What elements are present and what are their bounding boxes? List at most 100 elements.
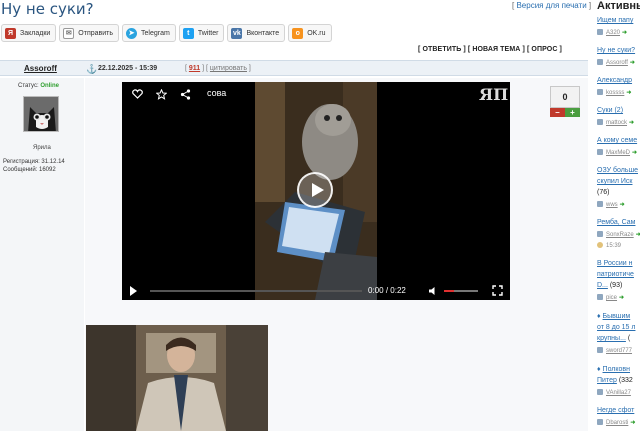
active-topic[interactable]: ♦ Бывшим [597, 312, 640, 322]
active-topic[interactable]: Суки (2) [597, 106, 640, 116]
user-icon [597, 59, 603, 65]
share-send-button[interactable]: ✉ Отправить [59, 24, 120, 42]
active-topic[interactable]: Александр [597, 76, 640, 86]
active-topic[interactable]: ♦ Полковн [597, 365, 640, 375]
topic-author[interactable]: wws ➜ [597, 201, 640, 208]
mail-icon: ✉ [63, 27, 75, 39]
arrow-icon: ➜ [626, 90, 632, 96]
user-icon [597, 119, 603, 125]
topic-author[interactable]: pice ➜ [597, 294, 640, 301]
arrow-icon: ➜ [635, 232, 640, 238]
topic-author[interactable]: SonxRaze ➜ [597, 231, 640, 238]
active-topic[interactable]: ОЗУ больше [597, 166, 640, 176]
active-topic-line[interactable]: скупил Иск [597, 177, 640, 187]
user-icon [597, 201, 603, 207]
topic-author[interactable]: VAnilla27 [597, 389, 640, 396]
twitter-icon: t [182, 27, 194, 39]
video-controls: 0:00 / 0:22 [122, 282, 510, 300]
share-twitter-button[interactable]: t Twitter [178, 24, 225, 42]
video-top-bar: сова ЯП [122, 82, 510, 106]
active-topics-title: Активные [597, 0, 640, 12]
topic-author[interactable]: kossss ➜ [597, 89, 640, 96]
active-topic[interactable]: В России н [597, 259, 640, 269]
author-link[interactable]: Assoroff [24, 64, 57, 73]
like-icon[interactable] [130, 87, 144, 101]
post-anchor-icon[interactable]: ⚓ [86, 64, 97, 75]
volume-slider[interactable] [444, 290, 478, 292]
video-time: 0:00 / 0:22 [368, 286, 406, 295]
poll-link[interactable]: ОПРОС [531, 46, 557, 53]
volume-level [444, 290, 455, 292]
share-bar: Я Закладки ✉ Отправить ➤ Telegram t Twit… [1, 24, 332, 42]
share-vk-button[interactable]: vk Вконтакте [227, 24, 286, 42]
active-topics-sidebar: Активные Ищем папу A320➜ Ну не суки? Ass… [594, 0, 640, 431]
bookmark-icon: Я [5, 27, 16, 39]
vk-icon: vk [231, 27, 243, 39]
volume-icon[interactable] [428, 286, 438, 296]
active-topic-line[interactable]: патриотиче [597, 270, 640, 280]
avatar-caption: Ярила [33, 145, 51, 151]
active-topic-line[interactable]: от 8 до 15 л [597, 323, 640, 333]
avatar[interactable] [23, 96, 59, 132]
video-title: сова [207, 88, 227, 98]
telegram-icon: ➤ [126, 27, 138, 39]
star-icon[interactable] [154, 87, 168, 101]
post-rating: 0 – + [550, 86, 580, 118]
user-icon [597, 347, 603, 353]
reply-link[interactable]: ОТВЕТИТЬ [422, 46, 461, 53]
active-topic-count: (76) [597, 189, 610, 196]
topic-author[interactable]: mattock ➜ [597, 119, 640, 126]
user-icon [597, 389, 603, 395]
play-icon[interactable] [130, 286, 137, 296]
user-icon [597, 89, 603, 95]
active-topic[interactable]: Ремба, Сам [597, 218, 640, 228]
user-stats: Регистрация: 31.12.14 Сообщений: 16092 [3, 158, 65, 174]
arrow-icon: ➜ [630, 420, 636, 426]
share-bookmarks-button[interactable]: Я Закладки [1, 24, 57, 42]
video-logo: ЯП [479, 85, 509, 104]
vote-down-button[interactable]: – [550, 108, 565, 117]
topic-time: 15:39 [597, 242, 640, 249]
message-count: Сообщений: 16092 [3, 167, 56, 173]
share-icon[interactable] [178, 87, 192, 101]
user-icon [597, 149, 603, 155]
share-telegram-button[interactable]: ➤ Telegram [122, 24, 176, 42]
post-image[interactable] [86, 325, 268, 431]
author-panel: Статус: Online Ярила Регистрация: 31.12.… [0, 78, 84, 431]
play-overlay-button[interactable] [297, 172, 333, 208]
print-version-link[interactable]: [ Версия для печати ] [512, 1, 591, 10]
user-icon [597, 419, 603, 425]
user-status: Статус: Online [18, 83, 59, 89]
vote-up-button[interactable]: + [565, 108, 580, 117]
active-topic-line[interactable]: крупны... ( [597, 334, 640, 344]
arrow-icon: ➜ [632, 150, 638, 156]
post-date: 22.12.2025 - 15:39 [98, 65, 158, 72]
clock-icon [597, 242, 603, 248]
active-topic[interactable]: А кому семе [597, 136, 640, 146]
share-ok-button[interactable]: o OK.ru [288, 24, 332, 42]
arrow-icon: ➜ [622, 30, 628, 36]
active-topic-line[interactable]: Питер (332 [597, 376, 640, 386]
topic-author[interactable]: Dbarosti ➜ [597, 419, 640, 426]
topic-author[interactable]: A320 ➜ [597, 29, 640, 36]
post-number-link[interactable]: 911 [189, 65, 200, 72]
topic-actions: [ ОТВЕТИТЬ ] [ НОВАЯ ТЕМА ] [ ОПРОС ] [418, 46, 562, 53]
topic-author[interactable]: MaxMeD ➜ [597, 149, 640, 156]
arrow-icon: ➜ [619, 295, 625, 301]
fullscreen-icon[interactable] [492, 285, 503, 296]
active-topic[interactable]: Ищем папу [597, 16, 640, 26]
topic-author[interactable]: sword777 [597, 347, 640, 354]
topic-author[interactable]: Assoroff ➜ [597, 59, 640, 66]
video-player[interactable]: сова ЯП 0:00 / 0:22 [122, 82, 510, 300]
active-topic-line[interactable]: D... (93) [597, 281, 640, 291]
active-topic[interactable]: Негде сфот [597, 406, 640, 416]
new-topic-link[interactable]: НОВАЯ ТЕМА [472, 46, 520, 53]
video-progress-bar[interactable] [150, 290, 362, 292]
user-icon [597, 29, 603, 35]
page-title: Ну не суки? [1, 0, 94, 18]
quote-link[interactable]: цитировать [210, 65, 247, 72]
user-icon [597, 294, 603, 300]
active-topic[interactable]: Ну не суки? [597, 46, 640, 56]
post-number-block: [ 911 ] [ цитировать ] [185, 65, 251, 72]
arrow-icon: ➜ [629, 120, 635, 126]
